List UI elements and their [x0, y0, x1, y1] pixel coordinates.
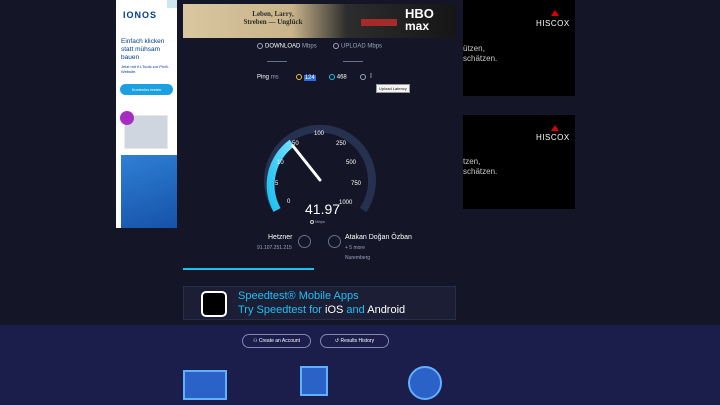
ad-cta-button[interactable]: Kostenlos testen	[120, 84, 173, 95]
history-icon: ↺	[334, 338, 340, 344]
gauge-tick: 500	[346, 160, 357, 166]
tab-upload[interactable]: UPLOAD Mbps	[333, 43, 382, 50]
ad-brand: HISCOX	[536, 133, 570, 142]
hiscox-logo-icon	[551, 125, 559, 131]
tab-underline	[343, 61, 363, 62]
gauge-track	[264, 124, 376, 213]
host-city: Nuremberg	[345, 255, 371, 261]
ad-brand: HISCOX	[536, 19, 570, 28]
ad-plus-icon	[120, 111, 134, 125]
cursor-icon: I	[370, 73, 372, 80]
speedtest-logo-icon	[201, 291, 227, 317]
host-name[interactable]: Atakan Doğan Özban	[345, 234, 412, 241]
ad-text-line: ützen,	[463, 44, 485, 53]
create-account-button[interactable]: ⚇ Create an Account	[242, 334, 311, 348]
ad-speedtest-apps[interactable]: Speedtest® Mobile Apps Try Speedtest for…	[183, 286, 456, 320]
ad-subtext: Jetzt mit KI-Tools zur Profi-Website.	[121, 64, 169, 74]
globe-icon	[328, 235, 341, 248]
isp-name: Hetzner	[268, 234, 293, 241]
upload-icon	[333, 43, 339, 49]
ad-hiscox-1[interactable]: HISCOX ützen, schätzen.	[463, 0, 575, 96]
ad-brand: HBO	[405, 6, 434, 21]
gauge-tick: 750	[351, 181, 362, 187]
ping-label: Ping	[257, 74, 270, 81]
ad-hbo-banner[interactable]: Leben, Larry, Streben — Unglück HBO max	[183, 4, 456, 38]
gauge-tick: 50	[292, 141, 299, 147]
ad-person-image	[121, 155, 177, 228]
download-latency-value: 468	[336, 74, 347, 81]
ad-text-line: schätzen.	[463, 167, 498, 176]
speed-value: 41.97	[305, 201, 341, 217]
ad-hiscox-2[interactable]: HISCOX tzen, schätzen.	[463, 115, 575, 209]
gauge-tick: 250	[336, 141, 347, 147]
lower-section: ⚇ Create an Account ↺ Results History	[0, 325, 720, 405]
gauge-tick: 5	[275, 181, 279, 187]
user-icon	[298, 235, 311, 248]
user-plus-icon: ⚇	[252, 338, 258, 344]
ad-choices-icon[interactable]	[167, 0, 177, 8]
ad-brand-sub: max	[405, 19, 430, 33]
ping-unit: ms	[270, 74, 279, 81]
gauge-needle	[291, 144, 322, 182]
idle-latency-value: 124	[303, 74, 316, 81]
ping-row: Ping ms 124 468	[257, 74, 367, 84]
download-latency-icon	[329, 74, 336, 80]
tab-underline	[267, 61, 287, 62]
tab-download[interactable]: DOWNLOAD Mbps	[257, 43, 317, 50]
ad-headline: Leben, Larry, Streben — Unglück	[243, 10, 303, 26]
speed-unit: Mbps	[315, 219, 325, 224]
gauge-tick: 100	[314, 131, 325, 137]
gauge-tick: 10	[277, 160, 284, 166]
upload-latency-icon[interactable]	[360, 74, 367, 80]
ad-cta[interactable]	[361, 19, 397, 26]
gauge-tick: 1000	[339, 200, 353, 206]
ad-line2: Try Speedtest for iOS and Android	[238, 304, 406, 316]
hiscox-logo-icon	[551, 10, 559, 16]
devices-illustration	[183, 370, 227, 400]
host-more[interactable]: + 5 more	[345, 245, 365, 251]
speed-unit-row: Mbps	[310, 219, 325, 224]
download-icon	[257, 43, 263, 49]
ad-logo: IONOS	[123, 10, 158, 20]
test-progress-bar	[183, 268, 314, 270]
results-history-button[interactable]: ↺ Results History	[320, 334, 389, 348]
gauge-tick: 0	[287, 199, 291, 205]
wifi-illustration	[300, 366, 328, 396]
globe-illustration	[408, 366, 442, 400]
ad-ionos[interactable]: IONOS Einfach klicken statt mühsam bauen…	[116, 0, 177, 228]
download-icon	[310, 219, 314, 224]
upload-latency-tooltip: Upload Latency	[376, 84, 410, 93]
idle-latency-icon	[296, 74, 303, 80]
ad-line1: Speedtest® Mobile Apps	[238, 290, 359, 302]
ad-text-line: tzen,	[463, 157, 481, 166]
ad-text-line: schätzen.	[463, 54, 498, 63]
isp-ip: 91.107.251.215	[257, 245, 292, 251]
ad-headline: Einfach klicken statt mühsam bauen	[121, 38, 165, 61]
